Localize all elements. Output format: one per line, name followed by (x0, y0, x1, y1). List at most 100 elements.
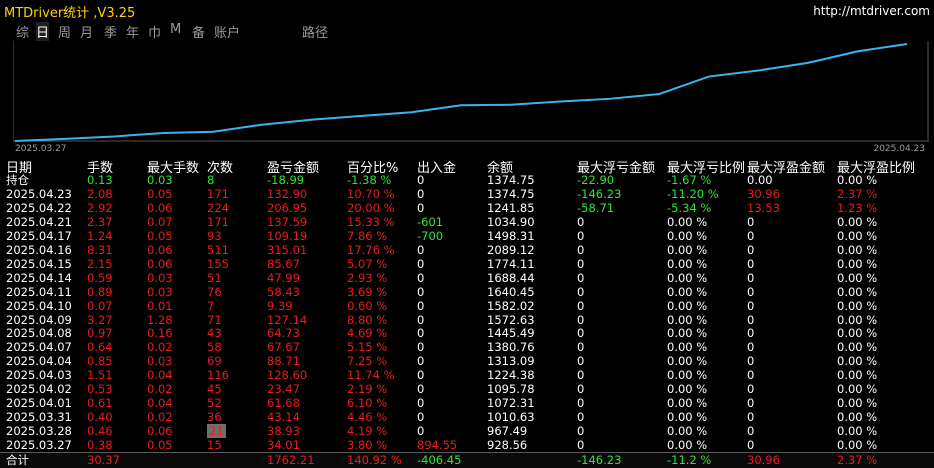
table-row[interactable]: 2025.04.01 0.61 0.04 52 61.68 6.10 % 0 1072.31 0… (0, 396, 934, 410)
cell-mfpp: 0.00 % (837, 214, 878, 229)
cell-max-lots: 0.01 (147, 298, 173, 313)
cell-date: 2025.03.27 (6, 438, 72, 453)
cell-balance: 1498.31 (487, 228, 535, 243)
tab-7[interactable]: M (170, 22, 181, 37)
cell-inout: 0 (417, 270, 425, 285)
cell-pct: 3.80 % (347, 438, 388, 453)
cell-lots: 1.24 (87, 228, 113, 243)
table-row[interactable]: 2025.04.09 3.27 1.28 71 127.14 8.80 % 0 1572.63… (0, 313, 934, 327)
header-max-float-profit[interactable]: 最大浮盈金额 (747, 157, 825, 176)
header-lots[interactable]: 手数 (87, 157, 113, 176)
cell-mflp: 0.00 % (667, 312, 708, 327)
cell-mflp: 0.00 % (667, 214, 708, 229)
header-max-lots[interactable]: 最大手数 (147, 157, 199, 176)
cell-inout: 0 (417, 368, 425, 383)
cell-lots: 0.40 (87, 410, 113, 425)
tab-1[interactable]: 日 (36, 22, 50, 41)
cell-mfpp: 0.00 % (837, 326, 878, 341)
cell-date: 2025.04.16 (6, 242, 72, 257)
cell-mflp: 0.00 % (667, 368, 708, 383)
tab-5[interactable]: 年 (126, 22, 139, 41)
cell-mflp: 0.00 % (667, 284, 708, 299)
tab-2[interactable]: 周 (58, 22, 71, 41)
header-date[interactable]: 日期 (6, 157, 32, 176)
table-row[interactable]: 2025.04.07 0.64 0.02 58 67.67 5.15 % 0 1380.76 0… (0, 340, 934, 354)
cell-mfl: 0 (577, 438, 585, 453)
cell-mfl: 0 (577, 396, 585, 411)
cell-count: 51 (207, 270, 222, 285)
table-row[interactable]: 2025.04.21 2.37 0.07 171 137.59 15.33 % -601 10… (0, 215, 934, 229)
cell-max-lots: 0.02 (147, 410, 173, 425)
cell-mfp: 0 (747, 340, 755, 355)
cell-date: 2025.03.28 (6, 424, 72, 439)
cell-pnl: 85.67 (267, 256, 300, 271)
equity-chart: 2025.03.27 2025.04.23 (13, 41, 929, 155)
table-row[interactable]: 2025.04.16 8.31 0.06 511 315.01 17.76 % 0 2089.… (0, 243, 934, 257)
table-row[interactable]: 持仓 0.13 0.03 8 -18.99 -1.38 % 0 1374.75 -22.90 -1… (0, 173, 934, 187)
table-row[interactable]: 2025.04.11 0.89 0.03 76 58.43 3.69 % 0 1640.45 0… (0, 285, 934, 299)
cell-mfp: 0.00 (747, 173, 773, 187)
table-row[interactable]: 2025.04.22 2.92 0.06 224 206.95 20.00 % 0 1241.… (0, 201, 934, 215)
table-row[interactable]: 2025.04.03 1.51 0.04 116 128.60 11.74 % 0 1224.… (0, 368, 934, 382)
cell-date: 2025.04.03 (6, 368, 72, 383)
table-row[interactable]: 2025.04.02 0.53 0.02 45 23.47 2.19 % 0 1095.78 0… (0, 382, 934, 396)
tab-9[interactable]: 账户 (214, 22, 240, 41)
cell-pct: 5.15 % (347, 340, 388, 355)
website-link[interactable]: http://mtdriver.com (813, 4, 930, 18)
header-max-float-profit-pct[interactable]: 最大浮盈比例 (837, 157, 915, 176)
header-balance[interactable]: 余额 (487, 157, 513, 176)
header-pct[interactable]: 百分比% (347, 157, 398, 176)
cell-mfl: 0 (577, 228, 585, 243)
header-max-float-loss[interactable]: 最大浮亏金额 (577, 157, 655, 176)
cell-max-lots: 1.28 (147, 312, 173, 327)
cell-pct: 2.19 % (347, 382, 388, 397)
header-count[interactable]: 次数 (207, 157, 233, 176)
table-row[interactable]: 2025.03.27 0.38 0.05 15 34.01 3.80 % 894.55 928… (0, 438, 934, 452)
table-row[interactable]: 2025.03.28 0.46 0.06 21 38.93 4.19 % 0 967.49 0 0… (0, 424, 934, 439)
cell-date: 持仓 (6, 173, 29, 187)
cell-lots: 0.13 (87, 173, 113, 187)
table-row[interactable]: 2025.04.10 0.07 0.01 7 9.39 0.60 % 0 1582.02 0 0.… (0, 299, 934, 313)
header-inout[interactable]: 出入金 (417, 157, 456, 176)
cell-count: 511 (207, 242, 229, 257)
cell-pct: -1.38 % (347, 173, 392, 187)
cell-lots: 8.31 (87, 242, 113, 257)
cell-max-lots: 0.03 (147, 284, 173, 299)
cell-pct: 5.07 % (347, 256, 388, 271)
tab-6[interactable]: 巾 (148, 22, 161, 41)
cell-balance: 1774.11 (487, 256, 535, 271)
cell-mfpp: 0.00 % (837, 354, 878, 369)
tab-8[interactable]: 备 (192, 22, 205, 41)
cell-mfp: 0 (747, 298, 755, 313)
table-row[interactable]: 2025.04.04 0.85 0.03 69 88.71 7.25 % 0 1313.09 0… (0, 354, 934, 368)
cell-inout: 0 (417, 312, 425, 327)
tab-4[interactable]: 季 (104, 22, 117, 41)
cell-mfl: 0 (577, 340, 585, 355)
table-row[interactable]: 2025.04.17 1.24 0.05 93 109.19 7.86 % -700 1498… (0, 229, 934, 243)
table-row[interactable]: 2025.04.14 0.59 0.03 51 47.99 2.93 % 0 1688.44 0… (0, 271, 934, 285)
tab-0[interactable]: 综 (16, 22, 29, 41)
cell-lots: 0.07 (87, 298, 113, 313)
cell-mfpp: 0.00 % (837, 242, 878, 257)
table-row[interactable]: 2025.04.08 0.97 0.16 43 64.73 4.69 % 0 1445.49 0… (0, 326, 934, 340)
cell-lots: 0.53 (87, 382, 113, 397)
header-max-float-loss-pct[interactable]: 最大浮亏比例 (667, 157, 745, 176)
cell-inout: 0 (417, 396, 425, 411)
header-pnl[interactable]: 盈亏金额 (267, 157, 319, 176)
tab-10[interactable]: 路径 (302, 22, 328, 41)
cell-mflp: 0.00 % (667, 396, 708, 411)
cell-mfl: -22.90 (577, 173, 615, 187)
cell-count: 7 (207, 298, 215, 313)
cell-mflp: 0.00 % (667, 354, 708, 369)
tab-3[interactable]: 月 (80, 22, 93, 41)
table-row[interactable]: 2025.04.15 2.15 0.06 155 85.67 5.07 % 0 1774.11… (0, 257, 934, 271)
table-row[interactable]: 2025.04.23 2.08 0.05 171 132.90 10.70 % 0 1374.… (0, 187, 934, 201)
cell-date: 2025.04.07 (6, 340, 72, 355)
cell-balance: 928.56 (487, 438, 528, 453)
table-row[interactable]: 2025.03.31 0.40 0.02 36 43.14 4.46 % 0 1010.63 0… (0, 410, 934, 424)
cell-max-lots: 0.06 (147, 424, 173, 439)
cell-lots: 2.15 (87, 256, 113, 271)
cell-pnl: 58.43 (267, 284, 300, 299)
cell-pct: 4.19 % (347, 424, 388, 439)
cell-max-lots: 0.16 (147, 326, 173, 341)
